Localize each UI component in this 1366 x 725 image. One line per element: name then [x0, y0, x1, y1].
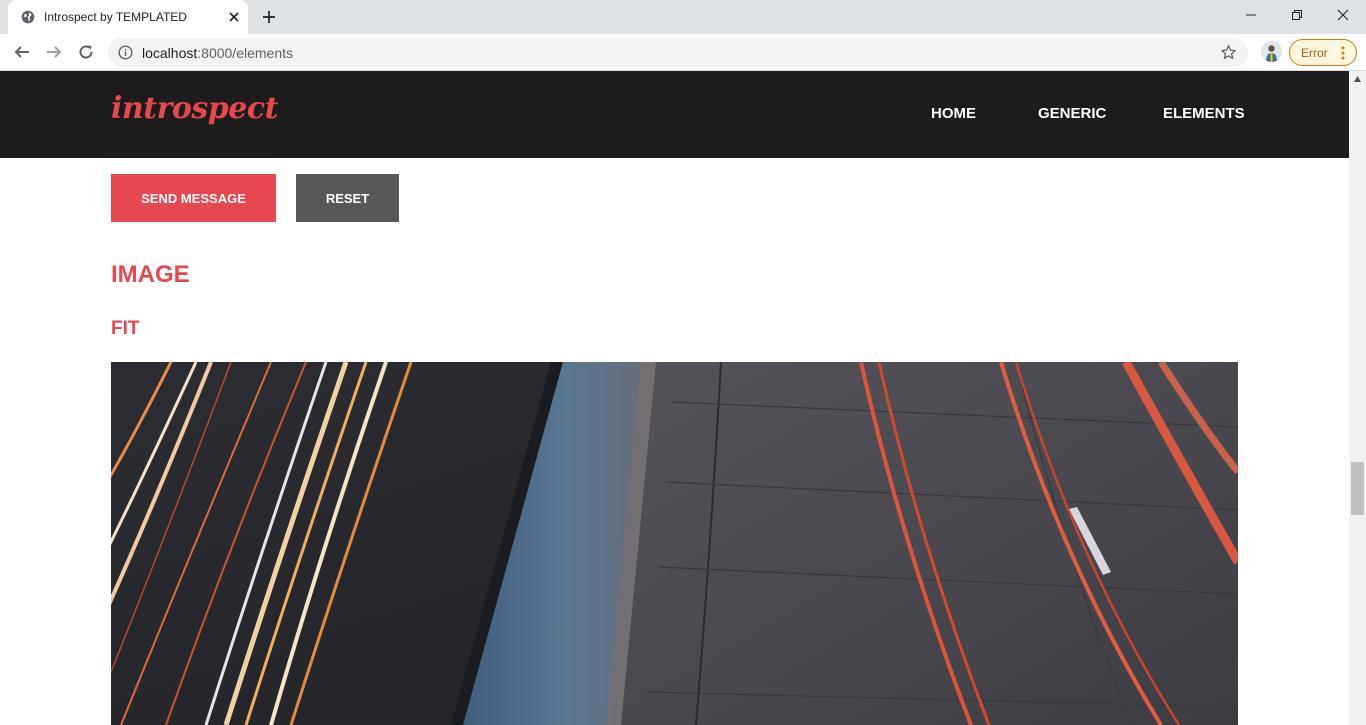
minimize-icon: [1246, 14, 1256, 16]
section-subheading: FIT: [111, 318, 140, 339]
error-label: Error: [1301, 46, 1328, 60]
tab-strip: Introspect by TEMPLATED: [0, 0, 1366, 34]
restore-button[interactable]: [1274, 0, 1320, 30]
url-path: :8000/elements: [197, 45, 293, 61]
browser-tab[interactable]: Introspect by TEMPLATED: [8, 0, 248, 34]
nav-home[interactable]: HOME: [931, 105, 976, 122]
globe-icon: [21, 10, 35, 24]
plus-icon[interactable]: [261, 9, 277, 25]
nav-elements[interactable]: ELEMENTS: [1163, 105, 1245, 122]
address-bar[interactable]: localhost:8000/elements: [108, 38, 1248, 67]
forward-arrow-icon: [47, 46, 62, 58]
window-close-button[interactable]: [1320, 0, 1366, 30]
close-icon: [1337, 9, 1349, 21]
back-button[interactable]: [12, 42, 32, 62]
url-host: localhost: [142, 45, 198, 61]
scrollbar[interactable]: [1349, 71, 1366, 725]
profile-error-button[interactable]: Error: [1289, 39, 1357, 66]
reload-icon: [79, 45, 93, 59]
info-icon[interactable]: [118, 45, 133, 60]
page-viewport: introspect HOME GENERIC ELEMENTS SEND ME…: [0, 71, 1366, 725]
avatar[interactable]: [1261, 41, 1282, 62]
tab-title: Introspect by TEMPLATED: [44, 10, 187, 24]
url-text[interactable]: localhost:8000/elements: [142, 45, 293, 61]
back-arrow-icon: [14, 46, 29, 58]
minimize-button[interactable]: [1228, 0, 1274, 30]
site-header: introspect HOME GENERIC ELEMENTS: [0, 71, 1349, 158]
scroll-up-arrow-icon[interactable]: [1353, 75, 1362, 83]
site-logo[interactable]: introspect: [111, 91, 278, 126]
scroll-thumb[interactable]: [1351, 462, 1364, 515]
forward-button[interactable]: [44, 42, 64, 62]
reload-button[interactable]: [76, 42, 96, 62]
send-message-button[interactable]: SEND MESSAGE: [111, 174, 276, 222]
profile-icon: [1261, 41, 1282, 62]
restore-icon: [1292, 10, 1302, 20]
close-icon[interactable]: [226, 9, 242, 25]
reset-button[interactable]: RESET: [296, 174, 399, 222]
star-icon[interactable]: [1220, 44, 1237, 61]
browser-toolbar: localhost:8000/elements Error: [0, 34, 1366, 71]
more-vert-icon: [1341, 46, 1345, 60]
section-heading: IMAGE: [111, 261, 190, 288]
highway-photo: [111, 362, 1238, 725]
nav-generic[interactable]: GENERIC: [1038, 105, 1106, 122]
